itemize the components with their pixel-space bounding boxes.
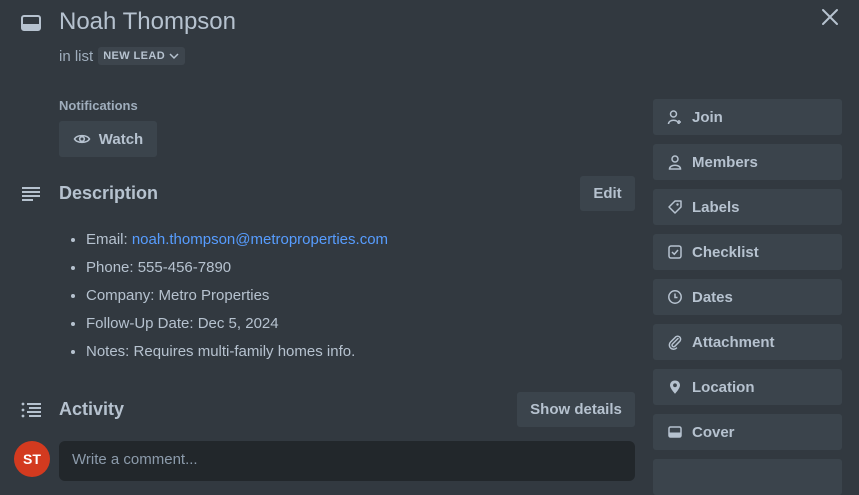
list-item: Phone: 555-456-7890 <box>86 255 388 283</box>
eye-icon <box>73 134 91 144</box>
dates-button[interactable]: Dates <box>653 279 842 315</box>
checklist-icon <box>668 245 682 259</box>
notifications-label: Notifications <box>59 98 138 113</box>
members-icon <box>668 155 682 170</box>
in-list-line: in list NEW LEAD <box>59 47 186 65</box>
watch-button[interactable]: Watch <box>59 121 157 157</box>
avatar[interactable]: ST <box>14 441 50 477</box>
list-item: Follow-Up Date: Dec 5, 2024 <box>86 311 388 339</box>
cover-button[interactable]: Cover <box>653 414 842 450</box>
join-button[interactable]: Join <box>653 99 842 135</box>
attachment-button[interactable]: Attachment <box>653 324 842 360</box>
list-selector-button[interactable]: NEW LEAD <box>98 47 186 65</box>
location-button[interactable]: Location <box>653 369 842 405</box>
chevron-down-icon <box>169 53 179 60</box>
list-name: NEW LEAD <box>103 50 166 62</box>
activity-icon <box>20 399 42 421</box>
list-item: Email: noah.thompson@metroproperties.com <box>86 227 388 255</box>
cover-icon <box>668 426 682 438</box>
members-button[interactable]: Members <box>653 144 842 180</box>
in-list-prefix: in list <box>59 47 94 65</box>
comment-placeholder: Write a comment... <box>72 451 198 468</box>
description-list: Email: noah.thompson@metroproperties.com… <box>59 227 388 367</box>
show-details-button[interactable]: Show details <box>517 392 635 427</box>
close-icon[interactable] <box>819 6 841 28</box>
sidebar-next-button[interactable] <box>653 459 842 495</box>
comment-input[interactable]: Write a comment... <box>59 441 635 481</box>
show-details-label: Show details <box>530 401 622 418</box>
list-item: Company: Metro Properties <box>86 283 388 311</box>
card-title[interactable]: Noah Thompson <box>59 8 236 36</box>
paperclip-icon <box>668 335 682 350</box>
labels-button[interactable]: Labels <box>653 189 842 225</box>
list-item: Notes: Requires multi-family homes info. <box>86 339 388 367</box>
checklist-button[interactable]: Checklist <box>653 234 842 270</box>
card-icon <box>20 12 42 34</box>
edit-description-button[interactable]: Edit <box>580 176 635 211</box>
clock-icon <box>668 290 682 304</box>
watch-label: Watch <box>98 130 144 148</box>
labels-icon <box>668 200 682 214</box>
activity-title: Activity <box>59 399 125 419</box>
description-title: Description <box>59 183 159 203</box>
email-link[interactable]: noah.thompson@metroproperties.com <box>132 231 388 248</box>
location-pin-icon <box>670 380 680 394</box>
description-icon <box>20 183 42 205</box>
edit-label: Edit <box>593 185 622 202</box>
join-icon <box>667 110 681 125</box>
